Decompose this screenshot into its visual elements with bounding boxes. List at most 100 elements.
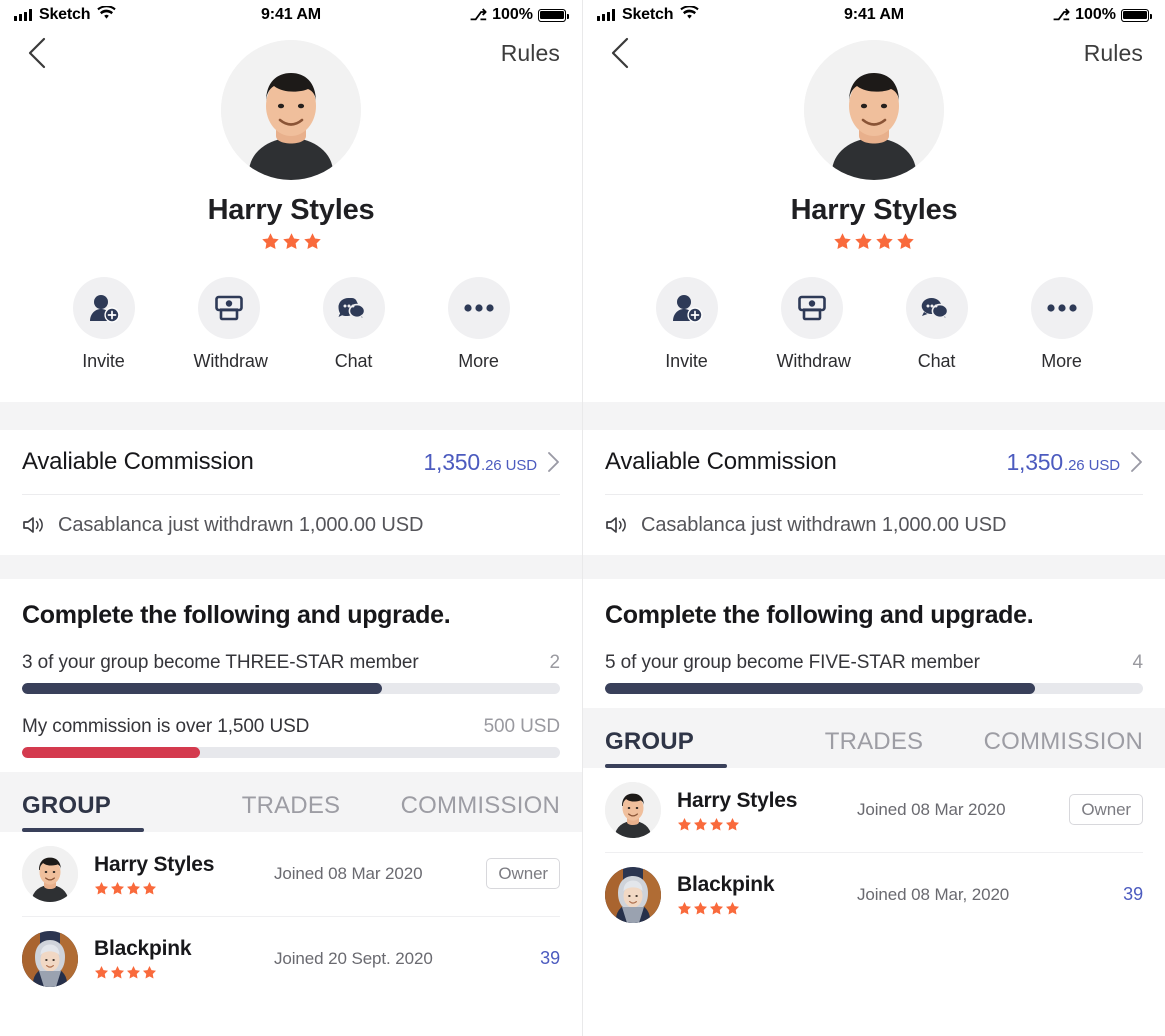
tab-bar-left: GROUP TRADES COMMISSION — [0, 792, 582, 832]
speaker-announce-icon — [605, 514, 629, 536]
nav-bar: Rules — [0, 30, 582, 76]
commission-amount-main: 1,350 — [1006, 448, 1063, 475]
battery-percent-label: 100% — [1075, 6, 1116, 23]
section-divider-band — [583, 402, 1165, 430]
chevron-right-icon — [547, 451, 560, 473]
back-button[interactable] — [605, 37, 635, 69]
commission-title: Avaliable Commission — [22, 448, 254, 475]
star-icon — [142, 965, 157, 980]
available-commission-row[interactable]: Avaliable Commission 1,350 .26 USD — [22, 430, 560, 494]
star-icon — [725, 901, 740, 916]
member-name: Blackpink — [677, 873, 775, 896]
task-label: My commission is over 1,500 USD — [22, 716, 310, 737]
star-icon — [896, 232, 915, 251]
table-row[interactable]: Harry Styles Joined 08 Mar 2020 Owner — [22, 832, 560, 916]
status-badge: Owner — [486, 858, 560, 889]
rules-link[interactable]: Rules — [1084, 40, 1143, 67]
star-icon — [709, 817, 724, 832]
commission-notice: Casablanca just withdrawn 1,000.00 USD — [22, 495, 560, 555]
tab-group[interactable]: GROUP — [22, 792, 201, 832]
star-icon — [94, 965, 109, 980]
action-more[interactable]: More — [1027, 277, 1097, 372]
tab-label: COMMISSION — [983, 728, 1143, 755]
tab-trades[interactable]: TRADES — [784, 728, 963, 768]
star-icon — [94, 881, 109, 896]
star-icon — [282, 232, 301, 251]
status-left-right: Sketch — [597, 5, 699, 25]
profile-name: Harry Styles — [207, 194, 375, 226]
action-more[interactable]: More — [444, 277, 514, 372]
tab-group[interactable]: GROUP — [605, 728, 784, 768]
battery-full-icon — [538, 8, 569, 22]
task-value: 2 — [549, 652, 561, 673]
star-icon — [725, 817, 740, 832]
section-divider-band — [0, 402, 582, 430]
member-joined-date: Joined 08 Mar 2020 — [274, 864, 423, 883]
ellipsis-icon — [1030, 277, 1093, 339]
member-info: Harry Styles — [677, 789, 797, 832]
table-row[interactable]: Blackpink Joined 20 Sept. 2020 39 — [22, 916, 560, 1000]
chevron-left-icon — [611, 37, 629, 69]
task-label: 5 of your group become FIVE-STAR member — [605, 652, 980, 673]
star-icon — [126, 965, 141, 980]
tab-commission[interactable]: COMMISSION — [964, 728, 1143, 768]
action-chat[interactable]: Chat — [319, 277, 389, 372]
avatar — [605, 866, 661, 923]
atm-withdraw-icon — [780, 277, 843, 339]
member-list-left: Harry Styles Joined 08 Mar 2020 Owner Black… — [0, 832, 582, 1000]
task-header: 5 of your group become FIVE-STAR member 4 — [605, 652, 1143, 674]
screenshot-stage: Sketch 9:41 AM ⎇ 100% Rules Harry Styles… — [0, 0, 1165, 1036]
action-withdraw-label: Withdraw — [193, 351, 268, 371]
commission-notice-text: Casablanca just withdrawn 1,000.00 USD — [58, 513, 424, 536]
member-count-link[interactable]: 39 — [540, 948, 560, 968]
member-right-cell: Owner — [1069, 794, 1143, 825]
action-withdraw[interactable]: Withdraw — [777, 277, 851, 372]
atm-withdraw-icon — [197, 277, 260, 339]
star-icon — [110, 965, 125, 980]
tab-commission[interactable]: COMMISSION — [381, 792, 560, 832]
chevron-left-icon — [28, 37, 46, 69]
commission-title: Avaliable Commission — [605, 448, 837, 475]
upgrade-title: Complete the following and upgrade. — [22, 601, 451, 629]
action-chat[interactable]: Chat — [902, 277, 972, 372]
tab-label: TRADES — [241, 792, 341, 819]
rules-link[interactable]: Rules — [501, 40, 560, 67]
action-invite[interactable]: Invite — [652, 277, 722, 372]
upgrade-task: 5 of your group become FIVE-STAR member 4 — [605, 652, 1143, 694]
member-right-cell: 39 — [540, 948, 560, 969]
section-divider-band-2 — [583, 555, 1165, 579]
star-icon — [677, 817, 692, 832]
star-icon — [142, 881, 157, 896]
member-list-right: Harry Styles Joined 08 Mar 2020 Owner Black… — [583, 768, 1165, 936]
upgrade-task: 3 of your group become THREE-STAR member… — [22, 652, 560, 694]
member-name: Harry Styles — [94, 852, 215, 876]
task-header: 3 of your group become THREE-STAR member… — [22, 652, 560, 674]
action-invite-label: Invite — [665, 351, 708, 371]
action-buttons-row-right: Invite Withdraw Chat More — [583, 277, 1165, 402]
avatar — [605, 782, 661, 838]
tab-label: TRADES — [824, 728, 924, 755]
avatar — [22, 930, 78, 987]
action-more-label: More — [458, 351, 499, 371]
member-count-link[interactable]: 39 — [1123, 884, 1143, 904]
profile-star-rating — [0, 232, 582, 251]
action-chat-label: Chat — [334, 351, 373, 371]
wifi-icon — [97, 5, 116, 25]
table-row[interactable]: Harry Styles Joined 08 Mar 2020 Owner — [605, 768, 1143, 852]
upgrade-task-list-right: 5 of your group become FIVE-STAR member 4 — [605, 652, 1143, 694]
tab-bar-right: GROUP TRADES COMMISSION — [583, 728, 1165, 768]
action-invite[interactable]: Invite — [69, 277, 139, 372]
available-commission-row[interactable]: Avaliable Commission 1,350 .26 USD — [605, 430, 1143, 494]
member-info: Blackpink — [677, 873, 775, 916]
tab-label: GROUP — [605, 728, 695, 755]
table-row[interactable]: Blackpink Joined 08 Mar, 2020 39 — [605, 852, 1143, 936]
wifi-icon — [680, 5, 699, 25]
status-bar: Sketch 9:41 AM ⎇ 100% — [0, 0, 582, 30]
action-withdraw[interactable]: Withdraw — [193, 277, 268, 372]
battery-percent-label: 100% — [492, 6, 533, 23]
status-right: ⎇ 100% — [470, 6, 569, 24]
back-button[interactable] — [22, 37, 52, 69]
tab-trades[interactable]: TRADES — [201, 792, 380, 832]
action-buttons-row: Invite Withdraw Chat More — [0, 277, 582, 402]
chat-bubble-icon — [322, 277, 385, 339]
